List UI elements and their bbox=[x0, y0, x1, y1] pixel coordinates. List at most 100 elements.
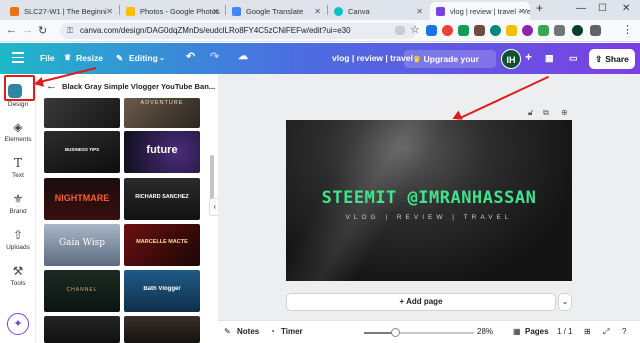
hamburger-menu-icon[interactable] bbox=[12, 52, 24, 64]
extension-icon[interactable] bbox=[426, 25, 437, 36]
browser-tab[interactable]: Canva ✕ bbox=[328, 2, 428, 20]
design-canvas[interactable]: STEEMIT @IMRANHASSAN VLOG | REVIEW | TRA… bbox=[286, 120, 572, 281]
template-thumbnail[interactable]: RICHARD SANCHEZ bbox=[124, 178, 200, 220]
tab-favicon-icon bbox=[334, 6, 343, 16]
template-thumbnail[interactable]: BUSINESS TIPS bbox=[44, 131, 120, 173]
thumbnail-text: RICHARD SANCHEZ bbox=[135, 194, 189, 200]
shapes-icon: ◈ bbox=[13, 120, 23, 134]
reload-icon[interactable]: ↻ bbox=[38, 24, 47, 37]
tab-favicon-icon bbox=[232, 6, 241, 16]
user-avatar[interactable]: IH bbox=[501, 49, 521, 69]
rail-item-elements[interactable]: ◈ Elements bbox=[0, 120, 36, 143]
comment-icon[interactable]: ▭ bbox=[569, 53, 578, 64]
extensions-puzzle-icon[interactable] bbox=[554, 25, 565, 36]
extension-icon[interactable] bbox=[506, 25, 517, 36]
help-icon[interactable]: ? bbox=[622, 327, 626, 336]
zoom-percentage[interactable]: 28% bbox=[477, 327, 493, 336]
browser-tab-active[interactable]: vlog | review | travel - Ye ✕ bbox=[430, 2, 530, 20]
resize-button[interactable]: Resize bbox=[76, 53, 103, 63]
template-thumbnail[interactable]: Gaia Wisp bbox=[44, 224, 120, 266]
canvas-title-text[interactable]: STEEMIT @IMRANHASSAN bbox=[286, 188, 572, 208]
rail-item-text[interactable]: T Text bbox=[0, 156, 36, 179]
grid-view-icon[interactable]: ⊞ bbox=[584, 327, 591, 336]
pages-button[interactable]: Pages bbox=[525, 327, 549, 336]
analytics-icon[interactable]: ▦ bbox=[545, 53, 554, 64]
cloud-upload-icon: ⇧ bbox=[12, 228, 24, 242]
new-tab-plus-icon[interactable]: + bbox=[536, 1, 543, 15]
browser-menu-icon[interactable]: ⋮ bbox=[622, 23, 633, 36]
tab-favicon-icon bbox=[436, 6, 445, 16]
document-title[interactable]: vlog | review | travel bbox=[332, 53, 413, 63]
canvas-subtitle-text[interactable]: VLOG | REVIEW | TRAVEL bbox=[286, 214, 572, 221]
browser-tab[interactable]: SLC27-W1 | The Beginni ✕ bbox=[4, 2, 118, 20]
magic-sparkle-icon[interactable]: ✦ bbox=[7, 313, 29, 335]
forward-arrow-icon[interactable]: → bbox=[22, 24, 33, 36]
browser-tab[interactable]: Google Translate ✕ bbox=[226, 2, 326, 20]
extension-icon[interactable] bbox=[538, 25, 549, 36]
panel-scrollbar[interactable] bbox=[210, 155, 214, 203]
back-arrow-icon[interactable]: ← bbox=[6, 24, 17, 36]
duplicate-page-icon[interactable]: ⧉ bbox=[543, 108, 549, 118]
url-text: canva.com/design/DAG0dqZMnDs/eudclLRo8FY… bbox=[80, 26, 351, 35]
tab-title: Google Translate bbox=[246, 6, 304, 16]
template-thumbnail[interactable] bbox=[44, 316, 120, 343]
tab-favicon-icon bbox=[10, 6, 19, 16]
add-page-icon[interactable]: ⊕ bbox=[561, 108, 568, 117]
tab-close-icon[interactable]: ✕ bbox=[416, 7, 423, 16]
rail-label: Design bbox=[7, 101, 29, 108]
editing-mode-button[interactable]: Editing bbox=[129, 53, 158, 63]
tab-title: SLC27-W1 | The Beginni bbox=[24, 6, 107, 16]
site-info-icon[interactable]: ⚿ bbox=[67, 23, 73, 39]
bookmark-star-icon[interactable]: ☆ bbox=[410, 23, 420, 36]
thumbnail-text: Gaia Wisp bbox=[58, 238, 105, 248]
rail-item-tools[interactable]: ⚒ Tools bbox=[0, 264, 36, 287]
template-thumbnail[interactable]: MARCELLE MACTE bbox=[124, 224, 200, 266]
browser-tab[interactable]: Photos - Google Photos ✕ bbox=[120, 2, 224, 20]
add-page-chevron-down-icon[interactable]: ⌄ bbox=[558, 293, 572, 311]
extension-icon[interactable] bbox=[458, 25, 469, 36]
file-menu-button[interactable]: File bbox=[40, 53, 55, 63]
extension-icon[interactable] bbox=[490, 25, 501, 36]
zoom-slider[interactable] bbox=[364, 328, 474, 337]
extension-icon[interactable] bbox=[522, 25, 533, 36]
template-thumbnail[interactable]: NIGHTMARE bbox=[44, 178, 120, 220]
crown-icon: ♛ bbox=[64, 53, 72, 62]
back-arrow-icon[interactable]: ← bbox=[46, 80, 57, 92]
add-collaborator-plus-icon[interactable]: + bbox=[525, 50, 532, 64]
close-icon[interactable]: ✕ bbox=[622, 3, 630, 14]
template-thumbnail[interactable]: Bath Vlogger bbox=[124, 270, 200, 312]
downloads-icon[interactable] bbox=[590, 25, 601, 36]
cloud-saved-icon[interactable]: ☁ bbox=[238, 51, 248, 62]
url-field[interactable]: ⚿ canva.com/design/DAG0dqZMnDs/eudclLRo8… bbox=[60, 23, 417, 39]
upgrade-plan-button[interactable]: ♛Upgrade your plan bbox=[404, 50, 496, 82]
rail-item-uploads[interactable]: ⇧ Uploads bbox=[0, 228, 36, 251]
template-thumbnail[interactable] bbox=[44, 98, 120, 128]
extension-icon[interactable] bbox=[474, 25, 485, 36]
tab-close-icon[interactable]: ✕ bbox=[106, 7, 113, 16]
profile-avatar-icon[interactable] bbox=[572, 25, 583, 36]
tab-close-icon[interactable]: ✕ bbox=[212, 7, 219, 16]
translate-page-icon[interactable] bbox=[395, 26, 405, 35]
rail-item-brand[interactable]: ⚜ Brand bbox=[0, 192, 36, 215]
undo-icon[interactable]: ↶ bbox=[186, 50, 195, 63]
share-button[interactable]: ⇪ Share bbox=[589, 49, 635, 69]
maximize-icon[interactable]: ☐ bbox=[598, 3, 607, 14]
template-thumbnail[interactable]: future bbox=[124, 131, 200, 173]
chevron-down-icon[interactable]: ⌄ bbox=[159, 54, 165, 62]
minimize-icon[interactable]: — bbox=[576, 3, 586, 14]
template-thumbnail[interactable]: ADVENTURE bbox=[124, 98, 200, 128]
fullscreen-icon[interactable]: ⤢ bbox=[603, 327, 609, 337]
lock-icon[interactable]: 🔓︎ bbox=[528, 108, 533, 118]
timer-button[interactable]: Timer bbox=[281, 327, 303, 336]
template-thumbnail[interactable]: CHANNEL bbox=[44, 270, 120, 312]
add-page-button[interactable]: + Add page bbox=[286, 293, 556, 311]
extension-icon[interactable] bbox=[442, 25, 453, 36]
notes-button[interactable]: Notes bbox=[237, 327, 259, 336]
zoom-slider-handle[interactable] bbox=[391, 328, 400, 337]
tab-close-icon[interactable]: ✕ bbox=[518, 7, 525, 16]
thumbnail-text: NIGHTMARE bbox=[54, 193, 110, 203]
redo-icon[interactable]: ↷ bbox=[210, 50, 219, 63]
tab-close-icon[interactable]: ✕ bbox=[314, 7, 321, 16]
template-thumbnail[interactable] bbox=[124, 316, 200, 343]
tab-favicon-icon bbox=[126, 6, 135, 16]
